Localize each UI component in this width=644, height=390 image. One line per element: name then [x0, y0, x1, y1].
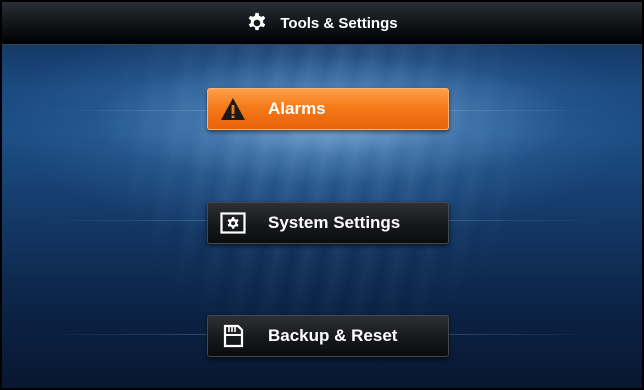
- system-settings-label: System Settings: [268, 213, 401, 232]
- warning-icon: [220, 96, 246, 122]
- title-bar: Tools & Settings: [2, 2, 642, 45]
- sd-card-icon: [220, 323, 246, 349]
- page-title: Tools & Settings: [280, 14, 398, 32]
- backup-reset-label: Backup & Reset: [268, 326, 398, 345]
- app-window: Tools & Settings Alarms System Settings: [0, 0, 644, 390]
- alarms-label: Alarms: [268, 99, 326, 118]
- backup-reset-button[interactable]: Backup & Reset: [207, 315, 449, 357]
- system-settings-button[interactable]: System Settings: [207, 202, 449, 244]
- gear-icon: [249, 12, 266, 31]
- settings-screen-icon: [220, 210, 246, 236]
- alarms-button[interactable]: Alarms: [207, 88, 449, 130]
